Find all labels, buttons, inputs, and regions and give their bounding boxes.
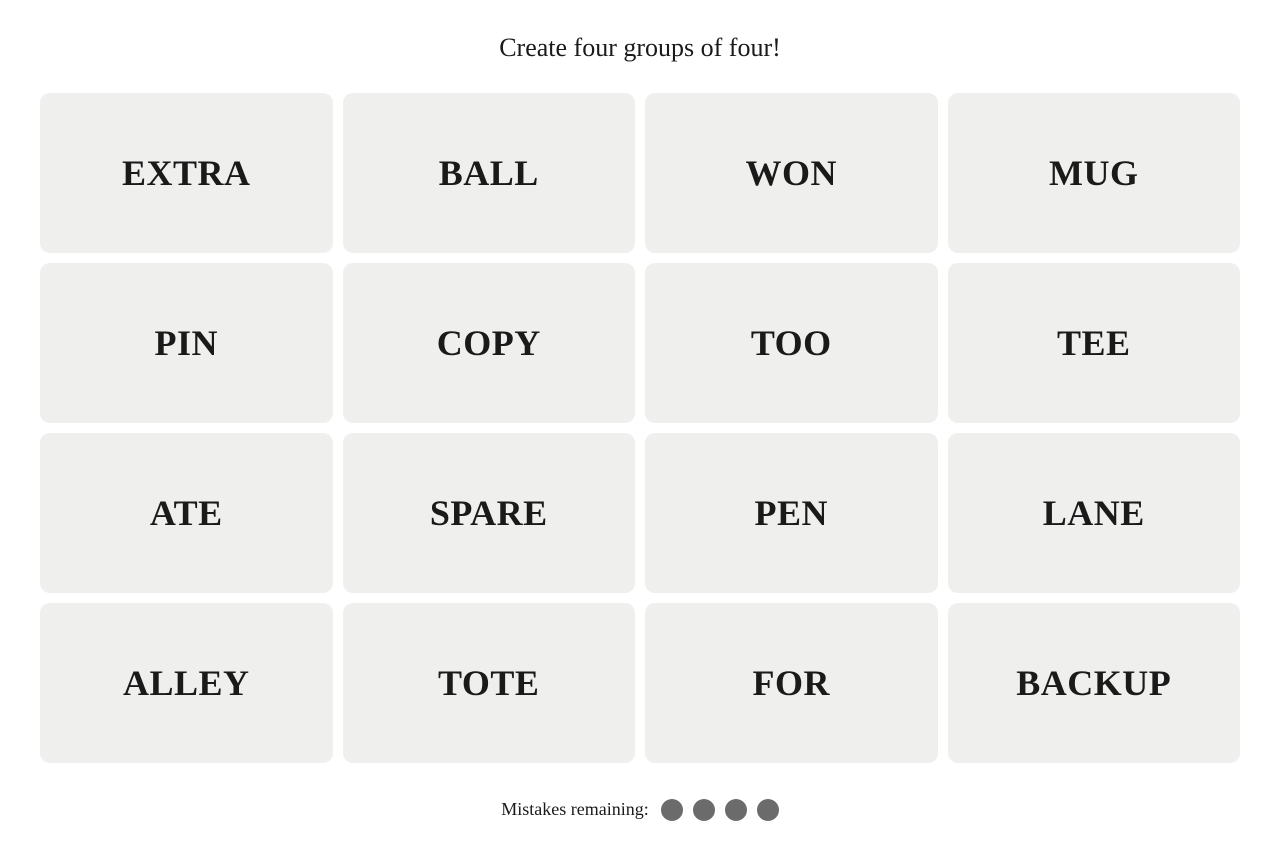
mistake-dot-4: [757, 799, 779, 821]
word-card-won[interactable]: WON: [645, 93, 938, 253]
word-grid: EXTRA BALL WON MUG PIN COPY TOO TEE ATE SPARE PEN L…: [40, 93, 1240, 763]
mistakes-label: Mistakes remaining:: [501, 799, 648, 820]
word-label-pin: PIN: [155, 322, 219, 364]
mistake-dot-3: [725, 799, 747, 821]
word-card-pin[interactable]: PIN: [40, 263, 333, 423]
word-card-copy[interactable]: COPY: [343, 263, 636, 423]
word-label-tote: TOTE: [438, 662, 539, 704]
word-label-ate: ATE: [150, 492, 223, 534]
mistake-dot-2: [693, 799, 715, 821]
word-card-mug[interactable]: MUG: [948, 93, 1241, 253]
word-card-lane[interactable]: LANE: [948, 433, 1241, 593]
word-card-extra[interactable]: EXTRA: [40, 93, 333, 253]
word-card-for[interactable]: FOR: [645, 603, 938, 763]
mistake-dot-1: [661, 799, 683, 821]
word-card-alley[interactable]: ALLEY: [40, 603, 333, 763]
page-title: Create four groups of four!: [499, 33, 781, 63]
word-label-lane: LANE: [1043, 492, 1145, 534]
word-card-pen[interactable]: PEN: [645, 433, 938, 593]
word-card-tee[interactable]: TEE: [948, 263, 1241, 423]
word-label-backup: BACKUP: [1016, 662, 1171, 704]
word-label-alley: ALLEY: [123, 662, 250, 704]
word-card-backup[interactable]: BACKUP: [948, 603, 1241, 763]
word-label-spare: SPARE: [430, 492, 548, 534]
mistakes-dots: [661, 799, 779, 821]
mistakes-container: Mistakes remaining:: [501, 799, 778, 821]
word-label-extra: EXTRA: [122, 152, 251, 194]
word-label-copy: COPY: [437, 322, 541, 364]
word-card-ball[interactable]: BALL: [343, 93, 636, 253]
word-card-tote[interactable]: TOTE: [343, 603, 636, 763]
word-card-ate[interactable]: ATE: [40, 433, 333, 593]
word-label-mug: MUG: [1049, 152, 1138, 194]
word-label-tee: TEE: [1057, 322, 1131, 364]
word-label-too: TOO: [751, 322, 832, 364]
word-label-for: FOR: [753, 662, 831, 704]
word-label-won: WON: [746, 152, 838, 194]
word-card-spare[interactable]: SPARE: [343, 433, 636, 593]
word-label-pen: PEN: [755, 492, 829, 534]
word-card-too[interactable]: TOO: [645, 263, 938, 423]
word-label-ball: BALL: [439, 152, 539, 194]
